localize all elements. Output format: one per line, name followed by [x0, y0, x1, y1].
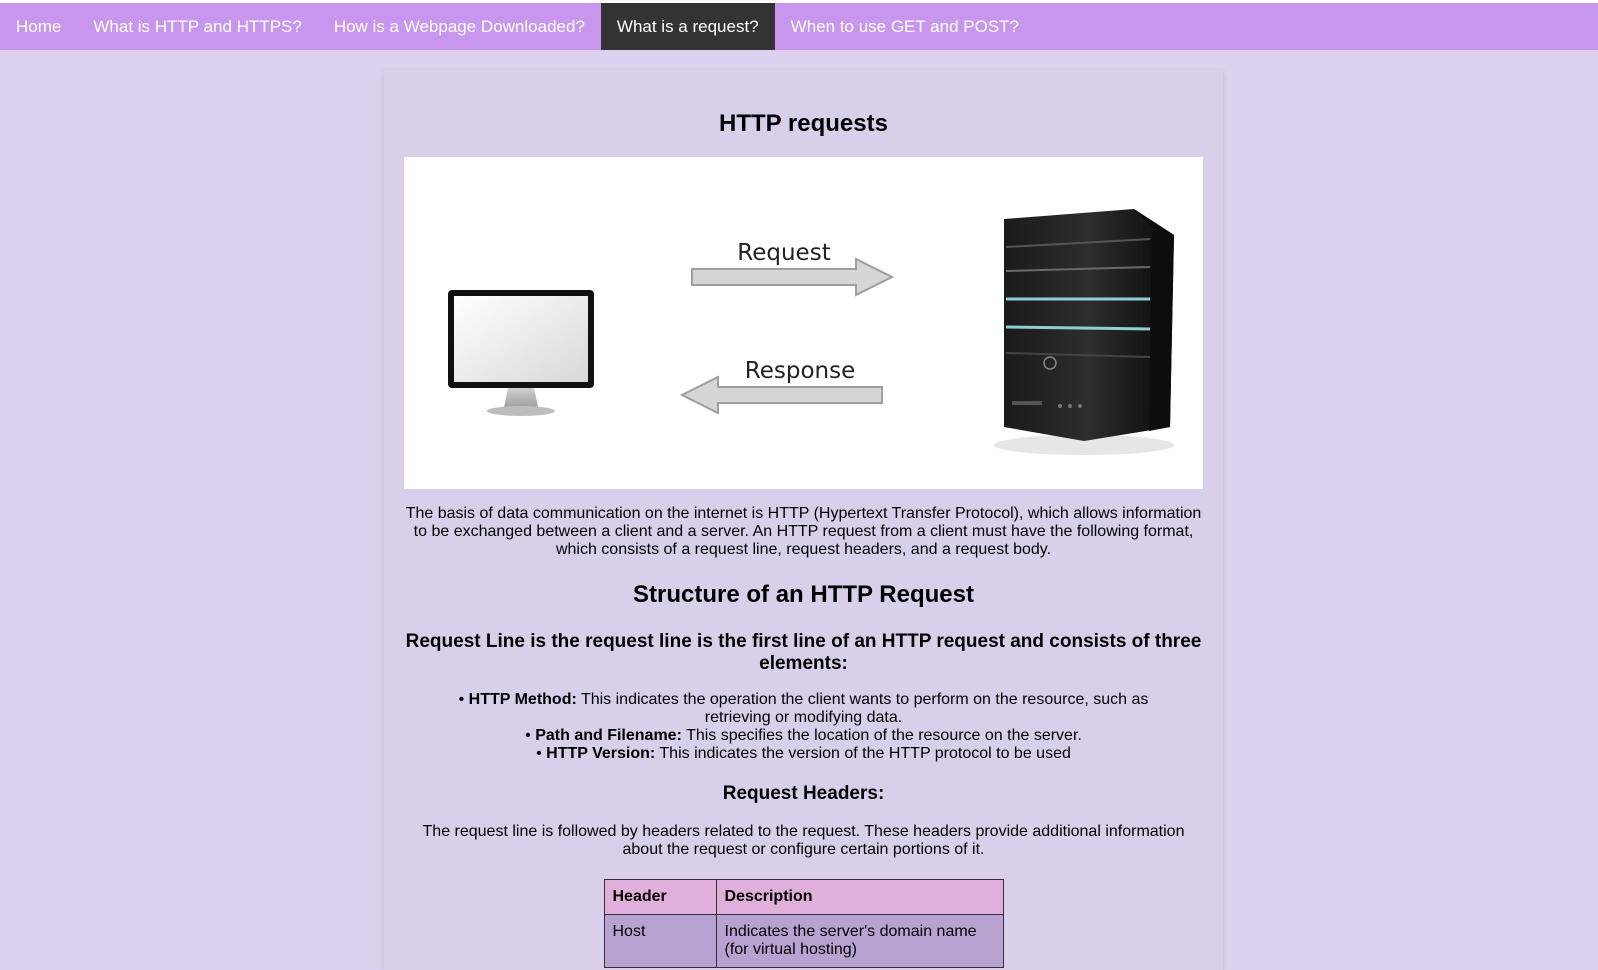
request-line-heading: Request Line is the request line is the …: [405, 631, 1202, 674]
intro-paragraph: The basis of data communication on the i…: [405, 505, 1202, 558]
page-title: HTTP requests: [719, 110, 888, 137]
response-label: Response: [745, 358, 855, 384]
table-row: Host Indicates the server's domain name …: [603, 914, 1004, 968]
request-line-elements: • HTTP Method: This indicates the operat…: [454, 691, 1154, 763]
list-item: • HTTP Method: This indicates the operat…: [458, 691, 1149, 726]
list-item: • Path and Filename: This specifies the …: [525, 727, 1082, 744]
column-header: Header: [603, 879, 717, 915]
request-response-diagram: Request Response: [404, 157, 1203, 489]
request-arrow: Request: [691, 240, 895, 297]
column-header: Description: [715, 879, 1004, 915]
list-item-term: HTTP Method:: [468, 691, 577, 708]
table-cell: Indicates the server's domain name (for …: [715, 914, 1004, 968]
monitor-icon: [448, 290, 594, 416]
top-navbar: Home What is HTTP and HTTPS? How is a We…: [0, 3, 1598, 50]
request-headers-paragraph: The request line is followed by headers …: [422, 823, 1185, 858]
structure-heading: Structure of an HTTP Request: [633, 581, 974, 608]
content-card: HTTP requests Request Response The basis…: [384, 70, 1223, 970]
nav-what-is-request[interactable]: What is a request?: [600, 3, 775, 50]
nav-home[interactable]: Home: [0, 3, 77, 50]
request-headers-heading: Request Headers:: [722, 783, 885, 804]
list-item-term: HTTP Version:: [546, 745, 656, 762]
table-cell: Host: [603, 914, 717, 968]
request-label: Request: [737, 240, 830, 266]
list-item-term: Path and Filename:: [535, 727, 682, 744]
nav-webpage-downloaded[interactable]: How is a Webpage Downloaded?: [318, 3, 601, 50]
nav-http-https[interactable]: What is HTTP and HTTPS?: [77, 3, 317, 50]
list-item: • HTTP Version: This indicates the versi…: [536, 745, 1071, 762]
list-item-text: This indicates the version of the HTTP p…: [655, 745, 1071, 762]
headers-table: Header Description Host Indicates the se…: [603, 879, 1004, 968]
list-item-text: This specifies the location of the resou…: [681, 727, 1082, 744]
response-arrow: Response: [679, 358, 883, 415]
nav-get-post[interactable]: When to use GET and POST?: [775, 3, 1035, 50]
list-item-text: This indicates the operation the client …: [576, 691, 1149, 726]
table-header-row: Header Description: [603, 879, 1004, 915]
server-tower-icon: [994, 209, 1174, 455]
